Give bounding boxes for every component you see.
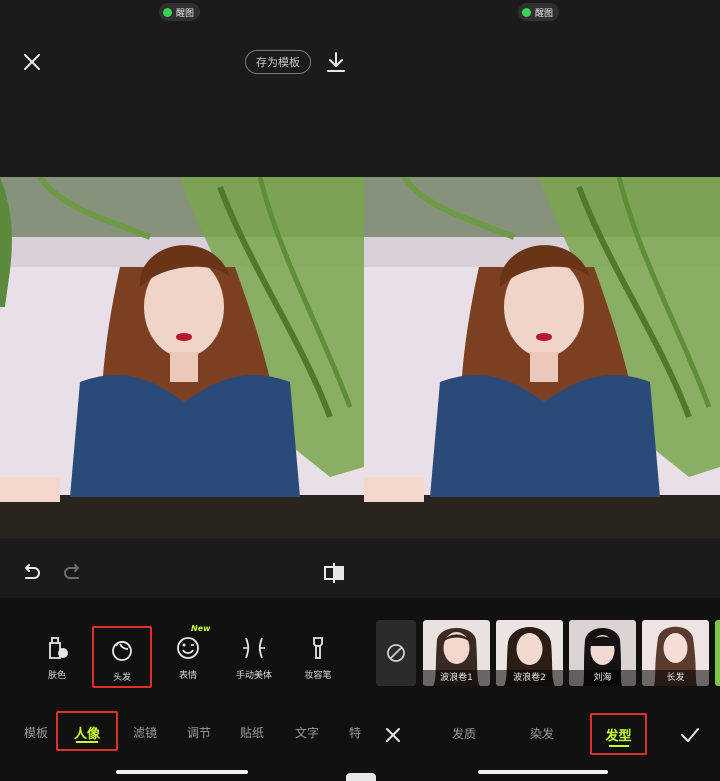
app-status-pill: 醒图 [159, 3, 201, 21]
tool-label: 妆容笔 [304, 671, 332, 681]
app-status-dot-icon [522, 7, 531, 17]
hairstyle-thumb-next[interactable] [715, 620, 720, 686]
makeup-pen-icon [313, 637, 323, 659]
compare-icon[interactable] [322, 561, 346, 585]
redo-icon[interactable] [62, 562, 84, 584]
tool-skin-tone[interactable]: 肤色 [29, 626, 85, 688]
ban-icon [387, 644, 405, 662]
body-shape-icon [243, 637, 265, 659]
download-icon[interactable] [325, 50, 347, 74]
category-adjust[interactable]: 调节 [187, 724, 211, 741]
category-text[interactable]: 文字 [295, 724, 319, 741]
category-portrait-label: 人像 [73, 727, 100, 742]
portrait-photo[interactable] [0, 177, 364, 538]
category-template[interactable]: 模板 [24, 724, 48, 741]
tool-hair[interactable]: 头发 [92, 626, 152, 688]
hair-tab-bar: 发质 染发 发型 [364, 703, 720, 763]
confirm-check-icon[interactable] [680, 726, 700, 744]
center-handle [346, 773, 376, 781]
home-indicator [116, 770, 248, 774]
tool-expression[interactable]: New 表情 [160, 624, 216, 688]
portrait-tools: 肤色 头发 New 表情 手动美体 妆容笔 [0, 624, 364, 688]
hairstyle-list: 波浪卷1 波浪卷2 刘海 长发 [376, 618, 720, 688]
hair-icon [112, 640, 132, 661]
tool-label: 表情 [178, 671, 197, 681]
portrait-photo[interactable] [364, 177, 720, 538]
photo-image [364, 177, 720, 538]
hairstyle-label: 波浪卷1 [423, 670, 490, 686]
close-icon[interactable] [22, 52, 42, 72]
tool-label: 手动美体 [235, 671, 272, 681]
hairstyle-thumb-wave-2[interactable]: 波浪卷2 [496, 620, 563, 686]
smile-icon [177, 637, 199, 659]
cancel-icon[interactable] [384, 726, 402, 744]
category-portrait-selected[interactable]: 人像 [56, 711, 118, 751]
bottom-toolbar: 肤色 头发 New 表情 手动美体 妆容笔 模板 滤镜 调节 贴纸 文字 特 人… [0, 598, 364, 781]
hairstyle-thumb-long[interactable]: 长发 [642, 620, 709, 686]
app-status-label: 醒图 [176, 8, 195, 19]
tool-manual-body[interactable]: 手动美体 [226, 626, 282, 688]
photo-image [0, 177, 364, 538]
tab-hairstyle-label: 发型 [605, 729, 632, 744]
tool-label: 肤色 [47, 671, 66, 681]
app-status-label: 醒图 [535, 8, 554, 19]
new-badge: New [191, 624, 211, 633]
home-indicator [478, 770, 608, 774]
app-status-dot-icon [163, 7, 172, 17]
app-status-pill: 醒图 [518, 3, 560, 21]
hairstyle-label: 刘海 [569, 670, 636, 686]
no-style-button[interactable] [376, 620, 416, 686]
save-template-button[interactable]: 存为模板 [245, 50, 311, 74]
hairstyle-label: 长发 [642, 670, 709, 686]
screenshot-root: 醒图 存为模板 肤色 头发 New 表情 手动美体 妆容笔 模板 滤镜 调节 贴… [0, 0, 720, 781]
editor-hair-panel: 醒图 波浪卷1 波浪卷2 刘海 长发 发质 染发 发型 [364, 0, 720, 781]
category-sticker[interactable]: 贴纸 [240, 724, 264, 741]
tab-hairstyle-selected[interactable]: 发型 [590, 713, 647, 755]
left-category-bar: 模板 滤镜 调节 贴纸 文字 特 [0, 708, 364, 758]
tab-hair-texture[interactable]: 发质 [452, 725, 476, 742]
tool-makeup-pen[interactable]: 妆容笔 [290, 626, 346, 688]
category-filter[interactable]: 滤镜 [133, 724, 157, 741]
editor-portrait-panel: 醒图 存为模板 肤色 头发 New 表情 手动美体 妆容笔 模板 滤镜 调节 贴… [0, 0, 364, 781]
undo-icon[interactable] [20, 562, 42, 584]
hairstyle-thumb-bangs[interactable]: 刘海 [569, 620, 636, 686]
hairstyle-label: 波浪卷2 [496, 670, 563, 686]
selected-underline [609, 745, 629, 747]
tool-label: 头发 [112, 673, 131, 683]
selected-underline [76, 741, 98, 743]
hairstyle-thumb-wave-1[interactable]: 波浪卷1 [423, 620, 490, 686]
bottom-toolbar: 波浪卷1 波浪卷2 刘海 长发 发质 染发 发型 [364, 598, 720, 781]
skin-tone-icon [49, 637, 68, 659]
tab-hair-dye[interactable]: 染发 [530, 725, 554, 742]
category-special[interactable]: 特 [349, 724, 361, 741]
